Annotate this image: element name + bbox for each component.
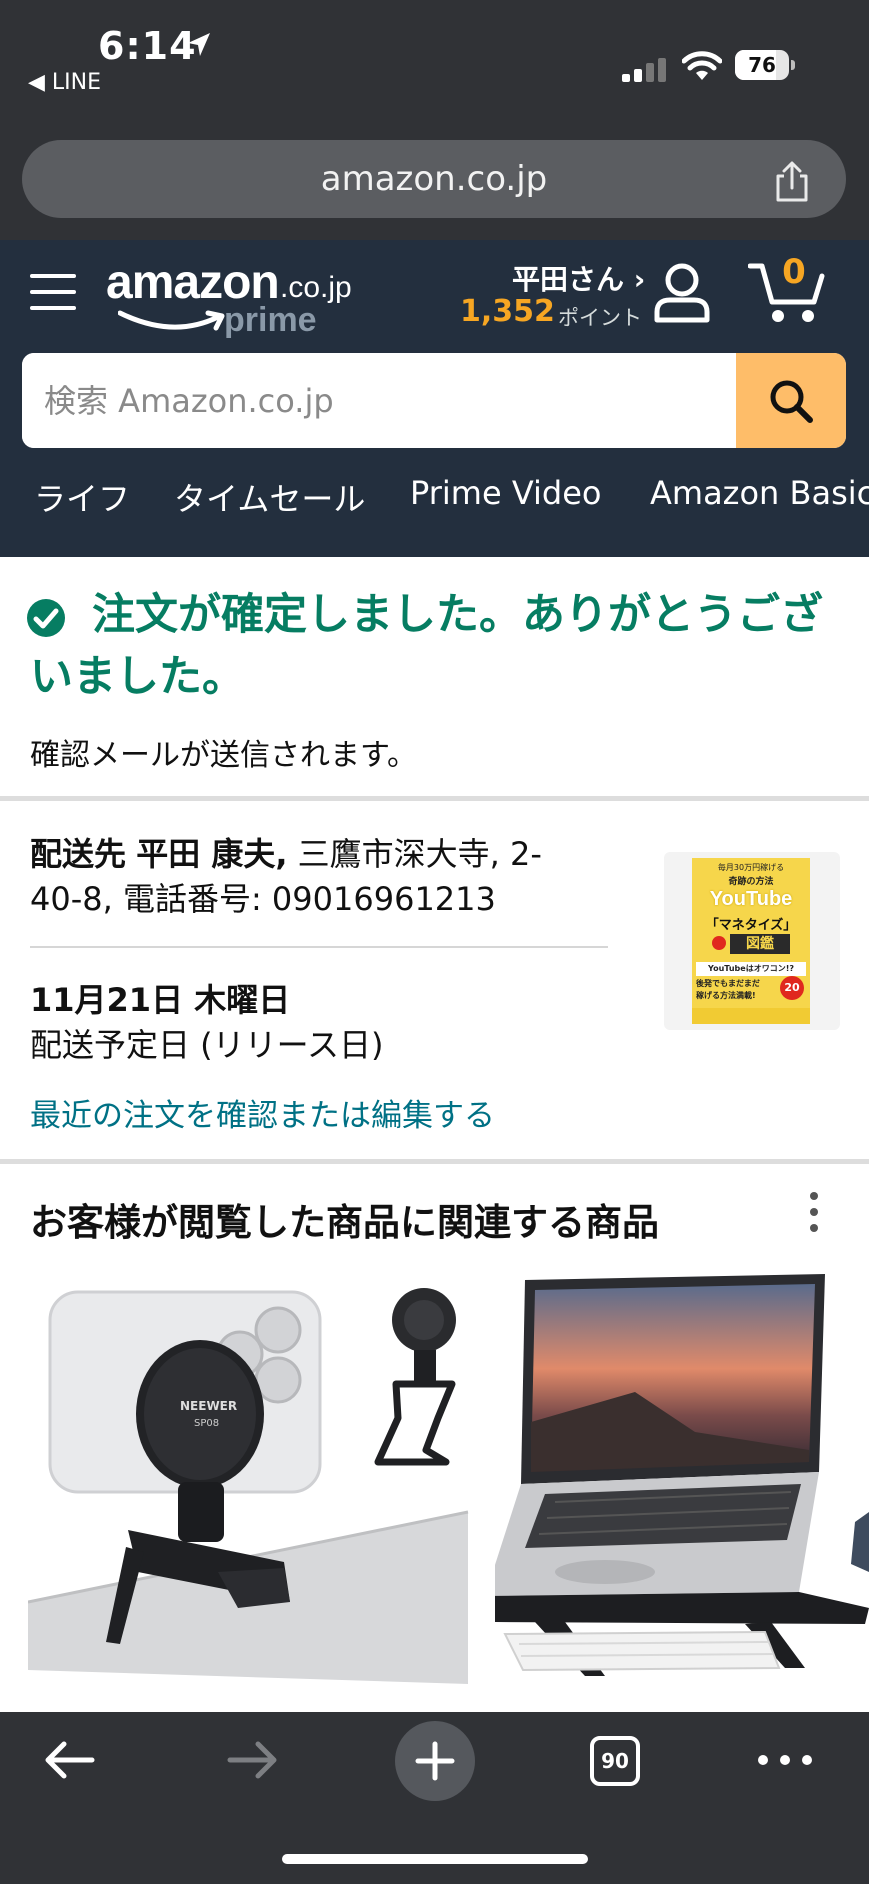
shipping-address: 配送先 平田 康夫, 三鷹市深大寺, 2-40-8, 電話番号: 0901696… — [30, 832, 570, 922]
points-label: ポイント — [558, 306, 642, 330]
ship-to-label: 配送先 — [30, 835, 127, 873]
phone-mount-image: NEEWER SP08 — [27, 1288, 469, 1684]
tab-switcher-button[interactable]: 90 — [590, 1736, 640, 1786]
new-tab-button[interactable] — [395, 1721, 475, 1801]
review-edit-orders-link[interactable]: 最近の注文を確認または編集する — [30, 1090, 495, 1135]
wifi-icon — [682, 51, 722, 80]
amazon-prime-logo[interactable]: amazon .co.jp prime — [106, 255, 366, 345]
book-footer — [692, 1008, 810, 1024]
category-nav: ライフ タイムセール Prime Video Amazon Basics — [0, 474, 869, 526]
order-confirmed-title: 注文が確定しました。ありがとうございました。 — [30, 590, 823, 702]
search-bar — [22, 353, 846, 448]
book-youtube-text: YouTube — [709, 888, 793, 910]
more-options-icon[interactable] — [755, 1748, 815, 1772]
section-divider — [0, 1159, 869, 1164]
book-blurb-2: 後発でもまだまだ — [696, 979, 760, 988]
mount-model-text: SP08 — [194, 1418, 219, 1429]
book-blurb-3: 稼げる方法満載! — [696, 991, 756, 1000]
forward-arrow-icon[interactable] — [222, 1735, 282, 1785]
hamburger-menu-icon[interactable] — [30, 270, 76, 314]
account-icon[interactable] — [652, 262, 712, 324]
home-indicator — [282, 1854, 588, 1864]
inner-divider — [30, 946, 608, 948]
section-divider — [0, 796, 869, 801]
book-badge: 20 — [780, 976, 804, 1000]
address-bar[interactable]: amazon.co.jp — [22, 140, 846, 218]
book-tagline: 毎月30万円稼げる — [717, 863, 785, 872]
delivery-date: 11月21日 木曜日 — [30, 981, 291, 1019]
nav-item-timesale[interactable]: タイムセール — [174, 474, 365, 520]
book-cover: 毎月30万円稼げる 奇跡の方法 YouTube 「マネタイズ」 図鑑 YouTu… — [692, 858, 810, 1024]
nav-item-amazon-basics[interactable]: Amazon Basics — [650, 474, 869, 512]
laptop-stand-image — [485, 1274, 869, 1676]
points-value: 1,352 — [460, 294, 555, 329]
book-title: 「マネタイズ」 — [705, 918, 797, 933]
book-zukan: 図鑑 — [730, 934, 790, 954]
recipient-name: 平田 康夫, — [136, 835, 288, 873]
account-greeting[interactable]: 平田さん › — [512, 258, 645, 298]
location-arrow-icon — [188, 33, 210, 56]
related-products-title: お客様が閲覧した商品に関連する商品 — [30, 1201, 659, 1244]
product-card-laptop-stand[interactable] — [485, 1272, 869, 1692]
search-button[interactable] — [736, 353, 846, 448]
battery-level: 76 — [748, 53, 776, 77]
delivery-date-label: 配送予定日 (リリース日) — [30, 1026, 384, 1064]
status-time: 6:14 — [98, 24, 197, 68]
share-icon[interactable] — [770, 160, 814, 204]
logo-prime: prime — [224, 301, 317, 339]
logo-domain: .co.jp — [280, 271, 352, 304]
back-arrow-icon[interactable] — [40, 1735, 100, 1785]
search-icon — [770, 380, 813, 423]
battery-indicator: 76 — [735, 50, 797, 80]
search-input[interactable] — [22, 353, 736, 448]
back-to-app-link[interactable]: ◀ LINE — [28, 70, 101, 95]
product-card-phone-mount[interactable]: NEEWER SP08 — [27, 1272, 473, 1692]
kebab-menu-icon[interactable] — [800, 1188, 828, 1236]
nav-item-prime-video[interactable]: Prime Video — [410, 474, 601, 512]
confirmation-email-note: 確認メールが送信されます。 — [30, 738, 417, 773]
check-circle-icon — [27, 599, 65, 637]
cellular-signal-icon — [622, 58, 666, 82]
cart-count: 0 — [782, 252, 806, 292]
nav-item-life[interactable]: ライフ — [34, 474, 130, 520]
plus-icon — [415, 1741, 455, 1781]
play-icon — [712, 936, 726, 950]
smile-arrow-icon — [118, 310, 225, 331]
mount-brand-text: NEEWER — [180, 1399, 237, 1413]
url-text: amazon.co.jp — [320, 159, 548, 199]
ordered-item-thumbnail[interactable]: 毎月30万円稼げる 奇跡の方法 YouTube 「マネタイズ」 図鑑 YouTu… — [664, 852, 840, 1030]
book-blurb-1: YouTubeはオワコン!? — [696, 962, 806, 976]
book-tagline-2: 奇跡の方法 — [728, 877, 774, 887]
